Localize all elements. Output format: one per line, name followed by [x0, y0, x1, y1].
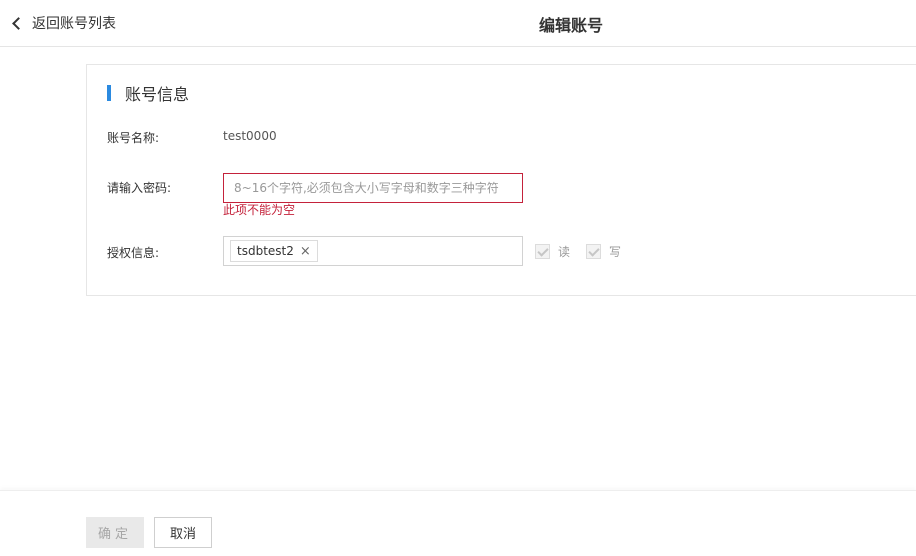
cancel-button[interactable]: 取消 — [154, 517, 212, 548]
password-label: 请输入密码: — [107, 181, 172, 195]
checkbox-checked-icon — [535, 244, 550, 259]
auth-tag-input[interactable]: tsdbtest2 × — [223, 236, 523, 266]
read-permission-checkbox[interactable]: 读 — [535, 243, 570, 260]
top-bar: 返回账号列表 编辑账号 — [0, 0, 916, 47]
section-title: 账号信息 — [125, 85, 190, 104]
auth-tag: tsdbtest2 × — [230, 240, 318, 262]
password-error-message: 此项不能为空 — [223, 203, 296, 217]
account-name-value: test0000 — [223, 129, 277, 143]
read-permission-label: 读 — [558, 245, 571, 259]
write-permission-checkbox[interactable]: 写 — [586, 243, 621, 260]
close-icon[interactable]: × — [300, 245, 311, 258]
password-input[interactable] — [223, 173, 523, 203]
auth-info-label: 授权信息: — [107, 246, 160, 260]
section-header: 账号信息 — [107, 83, 190, 104]
confirm-button[interactable]: 确定 — [86, 517, 144, 548]
write-permission-label: 写 — [609, 245, 622, 259]
account-name-label: 账号名称: — [107, 131, 160, 145]
auth-tag-label: tsdbtest2 — [237, 244, 294, 258]
footer-bar: 确定 取消 — [0, 490, 916, 556]
account-info-card: 账号信息 账号名称: test0000 请输入密码: 此项不能为空 授权信息: … — [86, 64, 916, 296]
page-title: 编辑账号 — [538, 16, 603, 35]
checkbox-checked-icon — [586, 244, 601, 259]
section-accent-bar — [107, 85, 111, 101]
